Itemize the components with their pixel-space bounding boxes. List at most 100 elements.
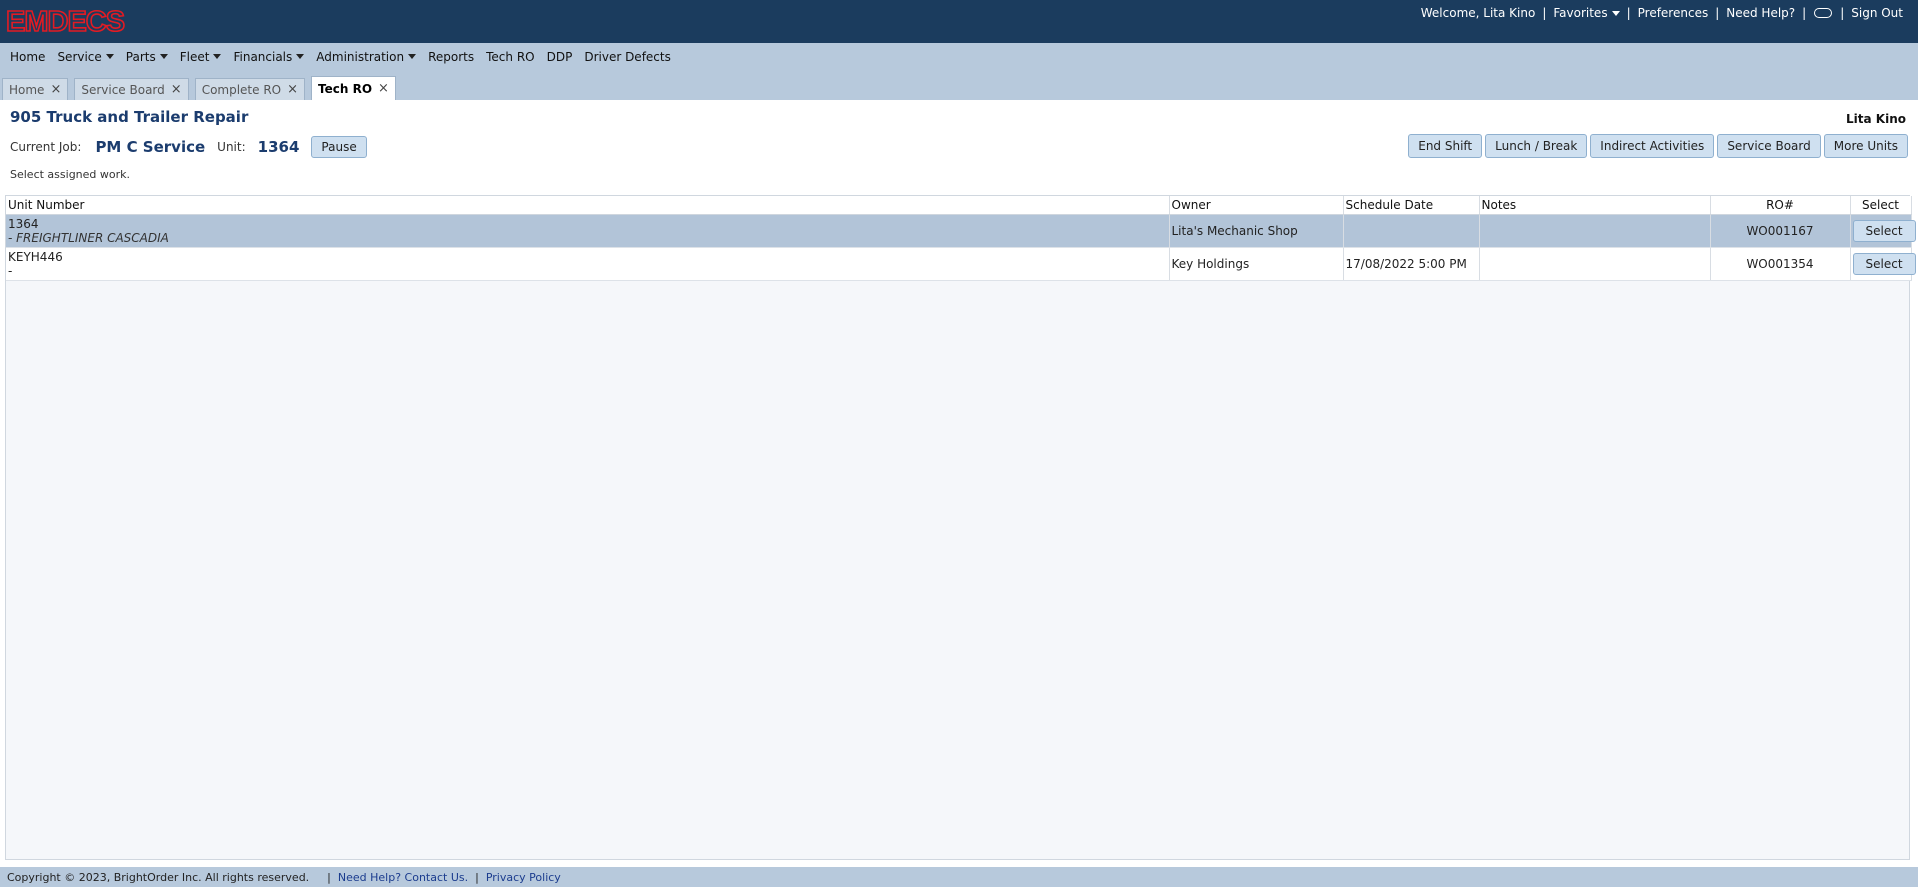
nav-parts[interactable]: Parts [120, 50, 174, 64]
copyright-text: Copyright © 2023, BrightOrder Inc. All r… [7, 870, 310, 884]
nav-label: Fleet [179, 49, 210, 64]
service-board-button[interactable]: Service Board [1717, 134, 1821, 158]
top-links: Welcome, Lita Kino | Favorites | Prefere… [1414, 6, 1910, 20]
nav-label: Service [57, 49, 102, 64]
need-help-link[interactable]: Need Help? [1719, 6, 1802, 20]
current-job-row: Current Job: PM C Service Unit: 1364 Pau… [10, 136, 367, 158]
unit-cell: KEYH446 - [6, 247, 1170, 281]
nav-label: Tech RO [486, 49, 535, 64]
user-name: Lita Kino [1846, 112, 1906, 126]
end-shift-button[interactable]: End Shift [1408, 134, 1483, 158]
tab-label: Tech RO [318, 81, 373, 96]
logo-icon: EMDECS [5, 5, 126, 39]
tab-service-board[interactable]: Service Board × [74, 78, 189, 100]
nav-fleet[interactable]: Fleet [174, 50, 228, 64]
nav-label: Home [10, 49, 46, 64]
favorites-label: Favorites [1553, 6, 1608, 20]
unit-label: Unit: [217, 140, 246, 154]
work-grid: Unit Number Owner Schedule Date Notes RO… [5, 195, 1916, 860]
sign-out-link[interactable]: Sign Out [1844, 6, 1910, 20]
col-ro-number[interactable]: RO# [1710, 196, 1851, 215]
tab-label: Home [9, 82, 45, 97]
nav-service[interactable]: Service [51, 50, 119, 64]
action-buttons: End Shift Lunch / Break Indirect Activit… [1408, 134, 1908, 158]
chevron-down-icon [159, 54, 168, 59]
separator: | [475, 870, 479, 884]
schedule-cell: 17/08/2022 5:00 PM [1343, 247, 1480, 281]
unit-value: 1364 [257, 138, 300, 156]
more-units-button[interactable]: More Units [1823, 134, 1908, 158]
unit-number: KEYH446 [8, 249, 63, 264]
work-table: Unit Number Owner Schedule Date Notes RO… [6, 196, 1916, 281]
unit-description: - [8, 263, 13, 278]
nav-financials[interactable]: Financials [227, 50, 310, 64]
col-schedule-date[interactable]: Schedule Date [1343, 196, 1480, 215]
nav-label: Parts [125, 49, 156, 64]
close-icon[interactable]: × [378, 81, 389, 96]
select-cell: Select [1850, 214, 1916, 248]
col-owner[interactable]: Owner [1169, 196, 1344, 215]
owner-cell: Lita's Mechanic Shop [1169, 214, 1344, 248]
schedule-cell [1343, 214, 1480, 248]
lunch-break-button[interactable]: Lunch / Break [1485, 134, 1588, 158]
separator: | [1802, 6, 1807, 20]
chevron-down-icon [296, 54, 305, 59]
page-title: 905 Truck and Trailer Repair [10, 108, 249, 126]
ro-cell: WO001354 [1710, 247, 1851, 281]
current-job-value: PM C Service [95, 138, 206, 156]
main-nav: Home Service Parts Fleet Financials Admi… [0, 43, 1918, 70]
ro-cell: WO001167 [1710, 214, 1851, 248]
main-panel: 905 Truck and Trailer Repair Lita Kino C… [0, 100, 1918, 867]
notes-cell [1479, 214, 1711, 248]
select-button[interactable]: Select [1852, 219, 1916, 242]
table-header-row: Unit Number Owner Schedule Date Notes RO… [6, 196, 1912, 215]
instruction-text: Select assigned work. [10, 168, 131, 181]
tab-bar: Home × Service Board × Complete RO × Tech R… [0, 76, 402, 100]
tab-tech-ro[interactable]: Tech RO × [311, 76, 396, 100]
nav-label: DDP [546, 49, 573, 64]
nav-tech-ro[interactable]: Tech RO [480, 50, 540, 64]
col-notes[interactable]: Notes [1479, 196, 1711, 215]
table-row[interactable]: KEYH446 - Key Holdings 17/08/2022 5:00 P… [6, 247, 1916, 281]
nav-administration[interactable]: Administration [310, 50, 422, 64]
preferences-link[interactable]: Preferences [1631, 6, 1716, 20]
current-job-label: Current Job: [10, 140, 82, 154]
unit-cell: 1364 - FREIGHTLINER CASCADIA [6, 214, 1170, 248]
favorites-menu[interactable]: Favorites [1546, 6, 1626, 20]
privacy-link[interactable]: Privacy Policy [486, 871, 561, 884]
tab-label: Complete RO [201, 82, 282, 97]
chevron-down-icon [213, 54, 222, 59]
tab-complete-ro[interactable]: Complete RO × [194, 78, 306, 100]
col-select: Select [1850, 196, 1912, 215]
pause-button[interactable]: Pause [311, 136, 367, 158]
notes-cell [1479, 247, 1711, 281]
table-row[interactable]: 1364 - FREIGHTLINER CASCADIA Lita's Mech… [6, 214, 1916, 248]
welcome-text: Welcome, Lita Kino [1420, 6, 1536, 20]
nav-driver-defects[interactable]: Driver Defects [578, 50, 677, 64]
top-header: EMDECS Welcome, Lita Kino | Favorites | … [0, 0, 1918, 43]
nav-label: Financials [233, 49, 293, 64]
nav-ddp[interactable]: DDP [541, 50, 579, 64]
chevron-down-icon [1611, 11, 1620, 16]
col-unit-number[interactable]: Unit Number [6, 196, 1170, 215]
chevron-down-icon [408, 54, 417, 59]
nav-home[interactable]: Home [4, 50, 51, 64]
close-icon[interactable]: × [287, 82, 298, 97]
close-icon[interactable]: × [50, 82, 61, 97]
select-cell: Select [1850, 247, 1916, 281]
nav-reports[interactable]: Reports [422, 50, 480, 64]
footer: Copyright © 2023, BrightOrder Inc. All r… [0, 867, 1918, 887]
nav-label: Administration [316, 49, 405, 64]
nav-label: Driver Defects [584, 49, 671, 64]
tab-home[interactable]: Home × [2, 78, 69, 100]
emdecs-logo[interactable]: EMDECS [5, 5, 158, 39]
owner-cell: Key Holdings [1169, 247, 1344, 281]
close-icon[interactable]: × [171, 82, 182, 97]
indirect-activities-button[interactable]: Indirect Activities [1590, 134, 1715, 158]
svg-text:EMDECS: EMDECS [6, 6, 125, 36]
nav-label: Reports [428, 49, 475, 64]
unit-description: - FREIGHTLINER CASCADIA [8, 230, 169, 245]
chat-icon[interactable] [1814, 8, 1833, 18]
select-button[interactable]: Select [1852, 252, 1916, 275]
contact-link[interactable]: Need Help? Contact Us. [338, 871, 468, 884]
